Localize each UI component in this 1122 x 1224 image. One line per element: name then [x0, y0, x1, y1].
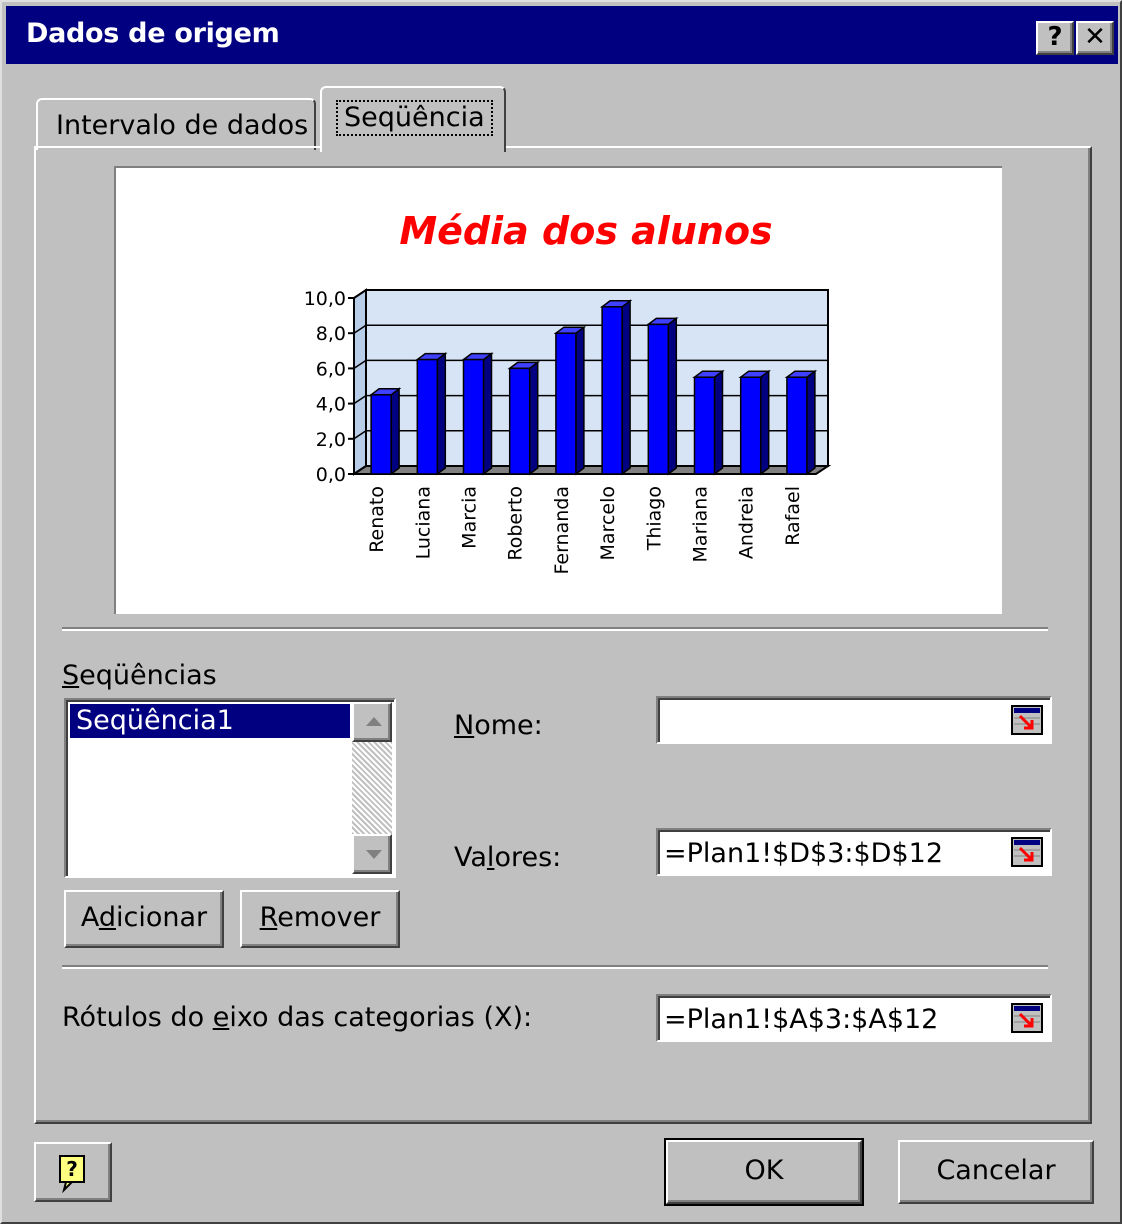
list-scrollbar[interactable] — [352, 702, 392, 874]
bar — [555, 332, 577, 475]
close-button[interactable]: ✕ — [1076, 21, 1114, 55]
bar-side — [528, 360, 539, 476]
bar-side — [806, 369, 816, 476]
help-label: ? — [1047, 22, 1063, 52]
x-category-label: Fernanda — [551, 486, 573, 574]
bar — [693, 376, 716, 475]
help-button[interactable]: ? — [1036, 21, 1074, 55]
chart-preview: Média dos alunos 0,0 2,0 4,0 6,0 8,0 10,0 Renat… — [114, 166, 1002, 614]
x-category-label: Andreia — [736, 486, 758, 559]
rotulos-field[interactable]: =Plan1!$A$3:$A$12 — [656, 994, 1052, 1042]
y-tick-label: 10,0 — [304, 288, 346, 310]
rotulos-label: Rótulos do eixo das categorias (X): — [62, 1002, 533, 1033]
x-category-label: Luciana — [412, 486, 434, 559]
tab-intervalo-de-dados[interactable]: Intervalo de dados — [36, 98, 316, 150]
arrow-down-icon — [366, 850, 382, 859]
y-tick-label: 2,0 — [316, 429, 346, 451]
x-category-label: Renato — [366, 486, 388, 553]
svg-text:?: ? — [66, 1157, 78, 1181]
valores-label: Valores: — [454, 842, 562, 873]
nome-field[interactable] — [656, 696, 1052, 744]
range-select-icon[interactable] — [1010, 836, 1046, 870]
series-listbox[interactable]: Seqüência1 — [64, 698, 396, 878]
chart-side-wall — [353, 288, 367, 476]
bar-side — [759, 369, 770, 476]
tab-label: Seqüência — [336, 100, 493, 136]
bar-side — [436, 352, 447, 476]
bar — [601, 306, 623, 475]
valores-field[interactable]: =Plan1!$D$3:$D$12 — [656, 828, 1052, 876]
close-icon: ✕ — [1084, 22, 1106, 52]
bar-side — [482, 352, 493, 476]
bar — [647, 323, 670, 475]
bar-side — [713, 369, 724, 476]
separator — [62, 627, 1048, 631]
title-bar: Dados de origem ? ✕ — [6, 6, 1118, 64]
separator — [62, 965, 1048, 969]
range-select-icon[interactable] — [1010, 704, 1046, 738]
remove-button[interactable]: Remover — [240, 890, 400, 948]
tab-sequencia[interactable]: Seqüência — [320, 86, 506, 152]
help-balloon-icon: ? — [59, 1155, 85, 1194]
add-button[interactable]: Adicionar — [64, 890, 224, 948]
bar — [462, 358, 485, 475]
bar-side — [575, 325, 585, 476]
cancel-button[interactable]: Cancelar — [898, 1140, 1094, 1204]
x-category-label: Roberto — [505, 486, 527, 561]
bar — [786, 376, 808, 475]
scroll-up-button[interactable] — [352, 702, 392, 742]
y-tick-label: 0,0 — [316, 464, 346, 486]
chart-title: Média dos alunos — [399, 209, 772, 253]
x-category-label: Rafael — [782, 486, 804, 546]
chart-svg: Média dos alunos 0,0 2,0 4,0 6,0 8,0 10,0 Renat… — [304, 209, 832, 575]
valores-value: =Plan1!$D$3:$D$12 — [664, 838, 943, 869]
y-tick-label: 6,0 — [316, 358, 346, 380]
bar — [508, 367, 531, 475]
ok-button[interactable]: OK — [664, 1138, 864, 1206]
nome-label: Nome: — [454, 710, 543, 741]
rotulos-value: =Plan1!$A$3:$A$12 — [664, 1004, 939, 1035]
dialog-window: Dados de origem ? ✕ Intervalo de dados S… — [0, 0, 1122, 1224]
y-tick-label: 4,0 — [316, 394, 346, 416]
x-category-label: Thiago — [643, 486, 665, 551]
arrow-up-icon — [366, 717, 382, 726]
bar — [370, 394, 392, 475]
scroll-down-button[interactable] — [352, 834, 392, 874]
sequencias-label: Seqüências — [62, 660, 217, 691]
bar-side — [621, 299, 631, 476]
bar-side — [667, 316, 678, 476]
window-title: Dados de origem — [26, 18, 280, 49]
list-item[interactable]: Seqüência1 — [70, 704, 350, 738]
y-tick-label: 8,0 — [316, 323, 346, 345]
bar — [739, 376, 762, 475]
office-assistant-button[interactable]: ? — [34, 1142, 112, 1202]
tab-label: Intervalo de dados — [56, 110, 309, 141]
x-category-label: Mariana — [690, 486, 712, 562]
bar — [416, 358, 439, 475]
x-category-label: Marcelo — [597, 486, 619, 560]
x-category-label: Marcia — [459, 486, 481, 549]
bar-side — [390, 387, 400, 476]
range-select-icon[interactable] — [1010, 1002, 1046, 1036]
